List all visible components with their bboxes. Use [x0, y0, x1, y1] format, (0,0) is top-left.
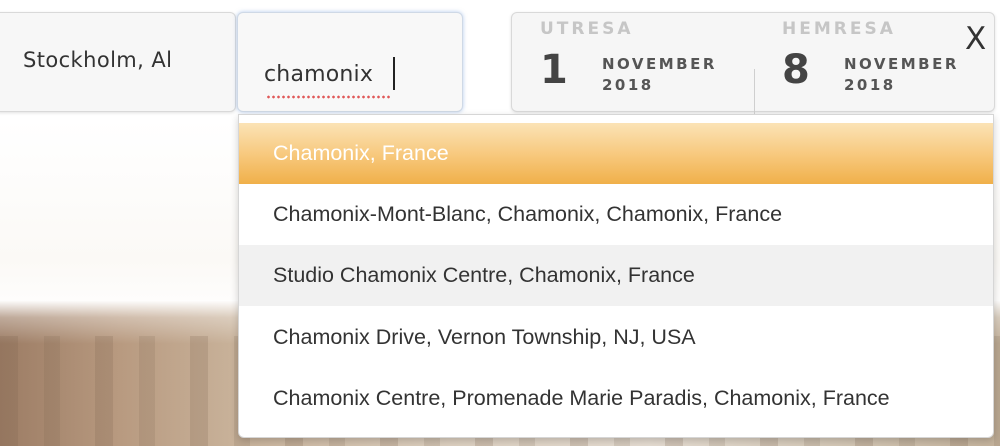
suggestion-item[interactable]: Chamonix Centre, Promenade Marie Paradis… [239, 368, 993, 429]
text-caret [393, 57, 395, 90]
outbound-day: 1 [540, 47, 568, 93]
return-month: NOVEMBER [844, 55, 959, 73]
to-field[interactable] [237, 12, 463, 112]
suggestion-item[interactable]: Studio Chamonix Centre, Chamonix, France [239, 245, 993, 306]
return-date[interactable]: HEMRESA 8 NOVEMBER 2018 [782, 13, 982, 111]
return-day: 8 [782, 47, 810, 93]
outbound-month: NOVEMBER [602, 55, 717, 73]
return-label: HEMRESA [782, 19, 896, 39]
spellcheck-underline [266, 95, 390, 99]
to-input[interactable] [264, 58, 444, 90]
date-range-field[interactable]: UTRESA 1 NOVEMBER 2018 HEMRESA 8 NOVEMBE… [511, 12, 995, 119]
close-button[interactable]: X [965, 24, 986, 55]
suggestion-item[interactable]: Chamonix, France [239, 123, 993, 184]
outbound-year: 2018 [602, 76, 654, 94]
outbound-date[interactable]: UTRESA 1 NOVEMBER 2018 [540, 13, 740, 111]
from-input-value: Stockholm, Al [23, 48, 173, 72]
date-divider [754, 69, 755, 119]
suggestions-dropdown: Chamonix, France Chamonix-Mont-Blanc, Ch… [238, 114, 994, 438]
from-field[interactable]: Stockholm, Al [0, 12, 236, 112]
suggestion-item[interactable]: Chamonix-Mont-Blanc, Chamonix, Chamonix,… [239, 184, 993, 245]
outbound-label: UTRESA [540, 19, 634, 39]
return-year: 2018 [844, 76, 896, 94]
suggestion-item[interactable]: Chamonix Drive, Vernon Township, NJ, USA [239, 307, 993, 368]
